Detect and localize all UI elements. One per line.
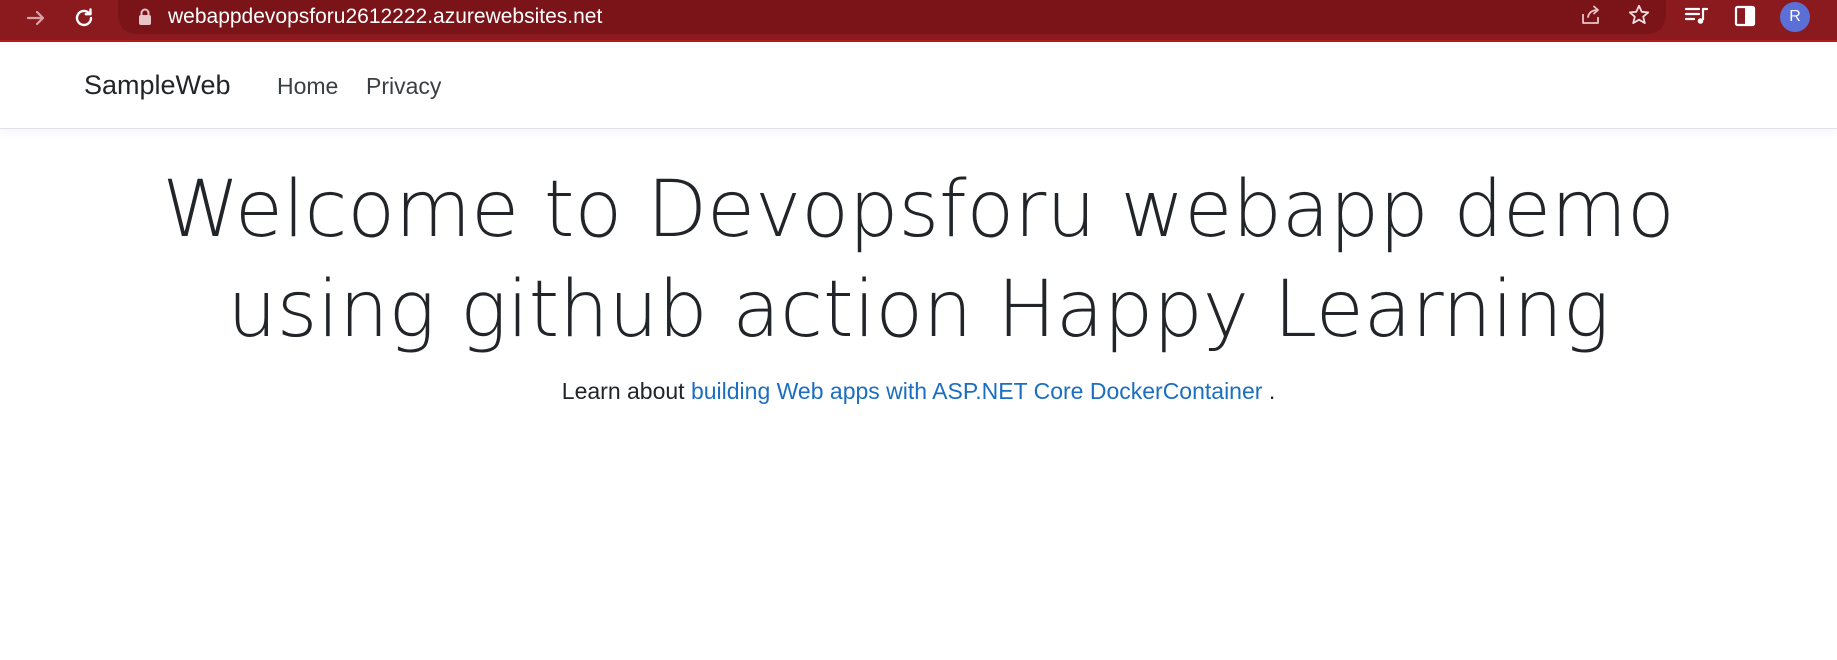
nav-link-home[interactable]: Home	[277, 73, 338, 100]
url-text[interactable]: webappdevopsforu2612222.azurewebsites.ne…	[168, 5, 602, 29]
reload-button[interactable]	[68, 4, 100, 32]
side-panel-button[interactable]	[1730, 4, 1760, 32]
reading-list-button[interactable]	[1682, 4, 1712, 32]
share-button[interactable]	[1576, 4, 1606, 30]
forward-button[interactable]	[20, 4, 52, 32]
arrow-right-icon	[24, 6, 48, 30]
lock-icon	[138, 8, 152, 31]
address-bar[interactable]: webappdevopsforu2612222.azurewebsites.ne…	[118, 0, 1666, 34]
side-panel-icon	[1733, 4, 1757, 33]
profile-avatar[interactable]: R	[1780, 2, 1810, 32]
page-title: Welcome to Devopsforu webapp demo using …	[162, 165, 1675, 355]
share-icon	[1579, 4, 1603, 31]
learn-more-text: Learn about building Web apps with ASP.N…	[0, 378, 1837, 405]
aspnet-docs-link[interactable]: building Web apps with ASP.NET Core Dock…	[691, 378, 1262, 404]
browser-toolbar: webappdevopsforu2612222.azurewebsites.ne…	[0, 0, 1837, 42]
learn-suffix: .	[1268, 378, 1276, 404]
reading-list-icon	[1684, 5, 1710, 32]
bookmark-button[interactable]	[1624, 4, 1654, 30]
main-content: Welcome to Devopsforu webapp demo using …	[0, 160, 1837, 428]
reload-icon	[72, 6, 96, 30]
brand-link[interactable]: SampleWeb	[84, 70, 231, 101]
star-icon	[1627, 3, 1651, 32]
nav-link-privacy[interactable]: Privacy	[366, 73, 441, 100]
site-navbar: SampleWeb Home Privacy	[0, 42, 1837, 129]
learn-prefix: Learn about	[561, 378, 685, 404]
